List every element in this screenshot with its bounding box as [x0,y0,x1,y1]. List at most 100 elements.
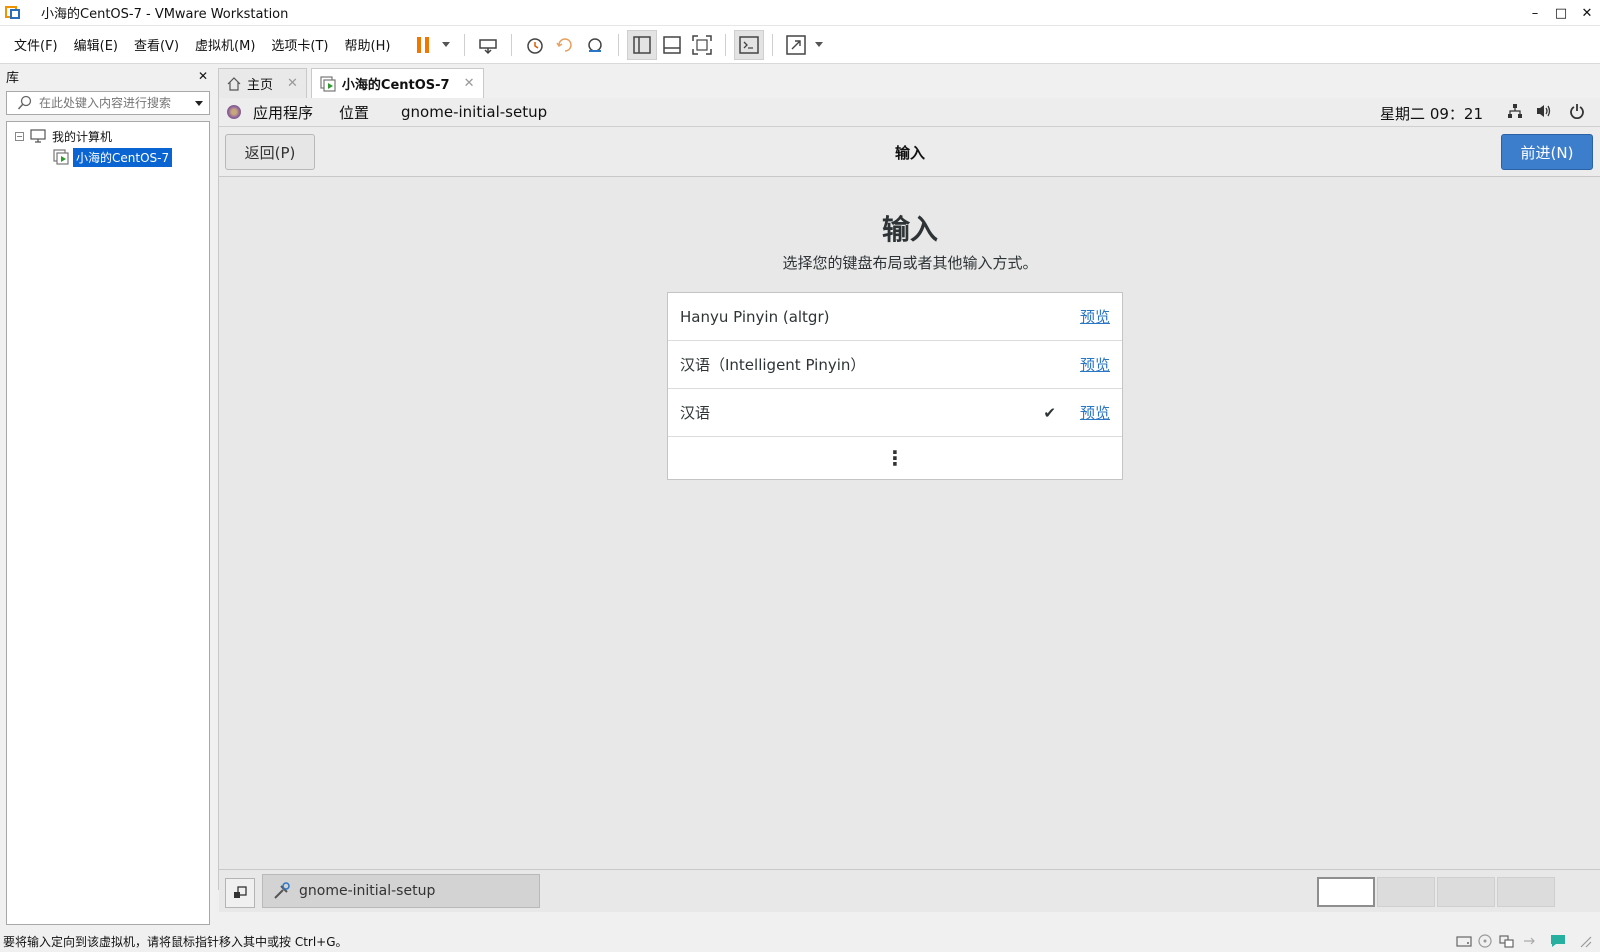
menu-vm[interactable]: 虚拟机(M) [187,35,263,54]
input-source-row[interactable]: Hanyu Pinyin (altgr) 预览 [668,293,1122,341]
library-search [6,91,210,115]
message-log-icon[interactable] [1550,934,1566,951]
close-window-button[interactable]: ✕ [1574,0,1600,26]
input-source-name: 汉语（Intelligent Pinyin） [680,356,866,374]
show-library-button[interactable] [627,29,658,60]
stretch-button[interactable] [781,30,811,60]
input-source-row[interactable]: 汉语（Intelligent Pinyin） 预览 [668,341,1122,389]
setup-tools-icon [274,882,290,899]
clock[interactable]: 星期二 09：21 [1380,103,1483,124]
library-header: 库 ✕ [0,64,216,88]
volume-icon[interactable] [1535,103,1553,123]
preview-link[interactable]: 预览 [1080,354,1110,375]
power-icon[interactable] [1569,103,1585,123]
library-tree: − 我的计算机 小海的CentOS-7 [6,121,210,925]
app-menu[interactable]: gnome-initial-setup [401,103,547,121]
status-bar: 要将输入定向到该虚拟机，请将鼠标指针移入其中或按 Ctrl+G。 [0,930,1600,952]
places-menu[interactable]: 位置 [339,102,369,123]
show-desktop-button[interactable] [225,878,255,908]
tab-vm[interactable]: 小海的CentOS-7 ✕ [310,68,484,98]
show-thumbnail-bar-button[interactable] [657,30,687,60]
console-icon [739,35,760,54]
snapshot-button[interactable] [520,30,550,60]
home-icon [227,76,241,91]
library-title: 库 [6,70,20,86]
menu-tabs[interactable]: 选项卡(T) [263,35,336,54]
title-bar: 小海的CentOS-7 - VMware Workstation – □ ✕ [0,0,1600,26]
network-icon[interactable] [1507,103,1523,123]
close-library-icon[interactable]: ✕ [198,69,208,83]
menu-edit[interactable]: 编辑(E) [66,35,126,54]
workspace-4[interactable] [1497,877,1555,907]
menu-help[interactable]: 帮助(H) [337,35,399,54]
send-ctrl-alt-del-button[interactable] [473,30,503,60]
toolbar-separator [725,33,727,56]
workspace-1[interactable] [1317,877,1375,907]
pause-button[interactable] [412,30,434,60]
gnome-bottom-bar: gnome-initial-setup [219,869,1600,912]
gnome-top-bar: 应用程序 位置 gnome-initial-setup 星期二 09：21 [219,98,1600,127]
network-adapter-icon[interactable] [1499,934,1515,951]
input-source-name: 汉语 [680,404,711,422]
search-input[interactable] [39,96,189,110]
stretch-icon [786,34,807,55]
usb-icon[interactable] [1522,934,1536,951]
tree-item-my-computer[interactable]: − 我的计算机 [15,126,112,146]
toolbar-separator [511,33,513,56]
workspace-3[interactable] [1437,877,1495,907]
menu-view[interactable]: 查看(V) [126,35,187,54]
minimize-button[interactable]: – [1522,0,1548,26]
snapshot-manager-icon [588,37,603,52]
tab-home-label: 主页 [247,78,274,93]
tree-vm-label: 小海的CentOS-7 [71,146,174,168]
maximize-button[interactable]: □ [1548,0,1574,26]
keyboard-send-icon [479,38,498,54]
tab-home[interactable]: 主页 ✕ [218,68,307,98]
menu-bar: 文件(F) 编辑(E) 查看(V) 虚拟机(M) 选项卡(T) 帮助(H) [0,26,1600,64]
stretch-dropdown-icon[interactable] [815,42,824,47]
console-view-button[interactable] [734,29,765,60]
taskbar-item-label: gnome-initial-setup [299,883,436,899]
preview-link[interactable]: 预览 [1080,402,1110,423]
taskbar-item[interactable]: gnome-initial-setup [262,874,540,908]
full-screen-button[interactable] [687,30,717,60]
next-button[interactable]: 前进(N) [1501,134,1593,170]
setup-header-bar: 返回(P) 输入 前进(N) [219,127,1600,177]
revert-snapshot-icon [556,37,573,52]
toolbar-separator [772,33,774,56]
resize-grip-icon[interactable] [1578,934,1592,951]
vm-display[interactable]: 应用程序 位置 gnome-initial-setup 星期二 09：21 返回… [218,98,1600,912]
hard-disk-icon[interactable] [1456,934,1472,951]
page-heading: 输入 [881,213,938,246]
tree-item-vm[interactable]: 小海的CentOS-7 [53,146,174,168]
pause-icon [417,36,430,53]
applications-icon [227,105,241,119]
library-layout-icon [633,35,652,54]
thumbnail-layout-icon [663,35,682,54]
search-dropdown-icon[interactable] [195,100,203,106]
input-source-name: Hanyu Pinyin (altgr) [680,307,830,326]
window-title: 小海的CentOS-7 - VMware Workstation [41,7,289,22]
applications-menu[interactable]: 应用程序 [253,102,313,123]
toolbar-separator [464,33,466,56]
tree-root-label: 我的计算机 [52,129,113,144]
header-title: 输入 [894,144,925,162]
menu-file[interactable]: 文件(F) [6,35,66,54]
pause-dropdown-icon[interactable] [442,42,451,47]
input-source-list: Hanyu Pinyin (altgr) 预览 汉语（Intelligent P… [667,292,1123,480]
library-panel: 库 ✕ − 我的计算机 小海的CentOS-7 [0,64,216,930]
checkmark-icon: ✔ [1043,403,1056,422]
computer-icon [30,129,46,143]
more-vertical-icon: ⋮ [885,446,905,470]
snapshot-manager-button[interactable] [580,30,610,60]
input-source-row-selected[interactable]: 汉语 ✔ 预览 [668,389,1122,437]
collapse-toggle-icon[interactable]: − [15,131,24,141]
vm-running-icon [53,149,69,165]
close-tab-icon[interactable]: ✕ [464,76,475,91]
revert-snapshot-button[interactable] [550,30,580,60]
cd-drive-icon[interactable] [1478,934,1492,951]
workspace-2[interactable] [1377,877,1435,907]
close-tab-icon[interactable]: ✕ [287,76,298,91]
more-options-button[interactable]: ⋮ [668,437,1122,479]
preview-link[interactable]: 预览 [1080,306,1110,327]
